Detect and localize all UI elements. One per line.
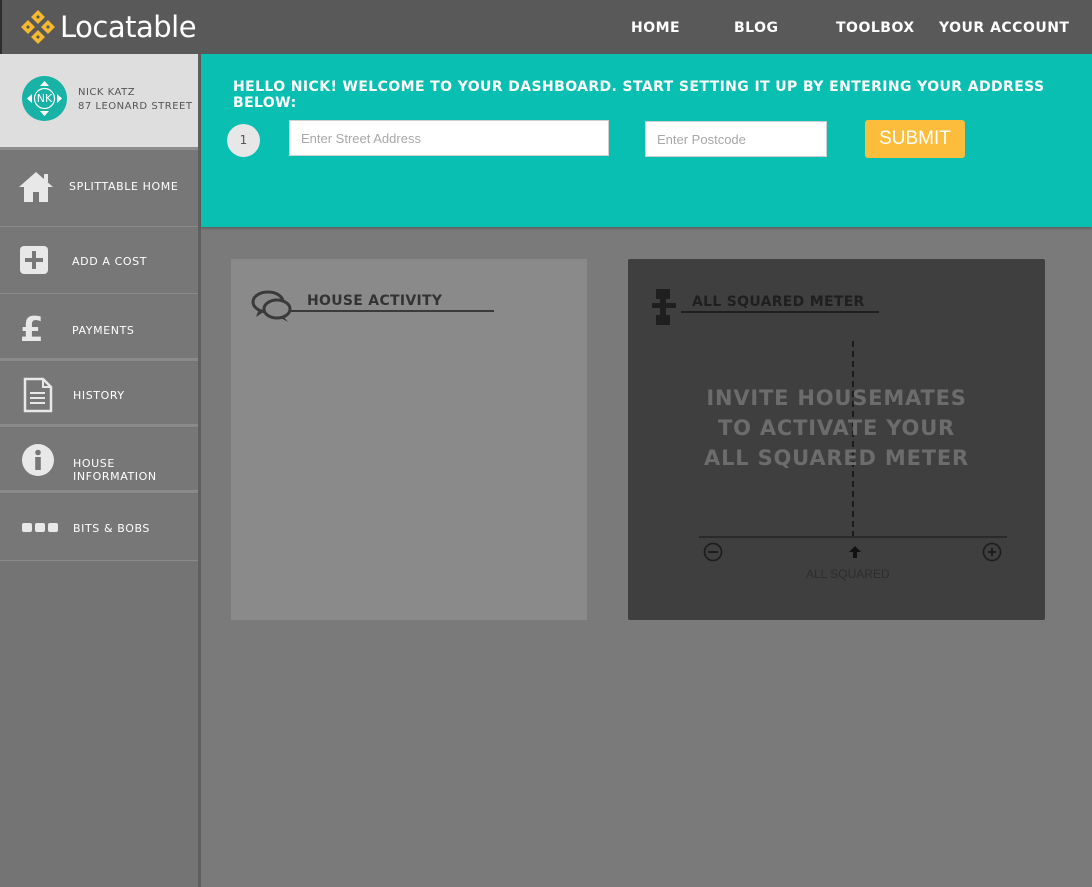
invite-message: INVITE HOUSEMATES TO ACTIVATE YOUR ALL S… bbox=[628, 383, 1045, 473]
setup-banner: HELLO NICK! WELCOME TO YOUR DASHBOARD. S… bbox=[201, 54, 1092, 227]
invite-line: TO ACTIVATE YOUR bbox=[717, 416, 956, 440]
main-nav: HOME BLOG TOOLBOX YOUR ACCOUNT bbox=[0, 20, 1092, 40]
plus-circle-icon[interactable] bbox=[982, 542, 1002, 562]
profile-card[interactable]: NK NICK KATZ 87 LEONARD STREET bbox=[0, 54, 201, 150]
info-icon bbox=[22, 444, 54, 476]
step-number-badge: 1 bbox=[227, 124, 260, 157]
meter-title-underline bbox=[681, 311, 879, 313]
house-activity-panel: HOUSE ACTIVITY bbox=[231, 259, 587, 620]
all-squared-label: ALL SQUARED bbox=[806, 567, 890, 581]
profile-name: NICK KATZ bbox=[78, 87, 136, 98]
nav-home[interactable]: HOME bbox=[631, 20, 680, 36]
street-address-input[interactable] bbox=[289, 120, 609, 156]
arrow-up-icon bbox=[849, 546, 861, 558]
all-squared-meter-panel: ALL SQUARED METER INVITE HOUSEMATES TO A… bbox=[628, 259, 1045, 620]
sidebar-item-label: HISTORY bbox=[73, 389, 125, 402]
avatar-initials: NK bbox=[36, 92, 53, 105]
sidebar-item-payments[interactable]: £ PAYMENTS bbox=[0, 294, 201, 361]
nav-toolbox[interactable]: TOOLBOX bbox=[836, 20, 915, 36]
sidebar: NK NICK KATZ 87 LEONARD STREET SPLITTABL… bbox=[0, 54, 201, 887]
sidebar-item-splittable-home[interactable]: SPLITTABLE HOME bbox=[0, 150, 201, 227]
sidebar-item-label: HOUSE INFORMATION bbox=[73, 457, 157, 483]
plus-square-icon bbox=[20, 246, 48, 274]
minus-circle-icon[interactable] bbox=[703, 542, 723, 562]
document-icon bbox=[23, 377, 53, 413]
sidebar-item-label: ADD A COST bbox=[72, 255, 148, 268]
nav-blog[interactable]: BLOG bbox=[734, 20, 779, 36]
house-activity-title: HOUSE ACTIVITY bbox=[307, 293, 443, 309]
nav-your-account[interactable]: YOUR ACCOUNT bbox=[939, 20, 1069, 36]
sidebar-item-label: BITS & BOBS bbox=[73, 522, 151, 535]
pound-icon: £ bbox=[20, 311, 44, 345]
svg-text:£: £ bbox=[20, 311, 44, 345]
sidebar-item-label: PAYMENTS bbox=[72, 324, 135, 337]
meter-axis bbox=[699, 536, 1007, 538]
invite-line: INVITE HOUSEMATES bbox=[706, 386, 967, 410]
sidebar-item-bits-and-bobs[interactable]: BITS & BOBS bbox=[0, 494, 201, 561]
home-icon bbox=[19, 172, 53, 202]
sidebar-item-add-a-cost[interactable]: ADD A COST bbox=[0, 227, 201, 294]
submit-button[interactable]: SUBMIT bbox=[865, 120, 965, 158]
top-bar: Locatable HOME BLOG TOOLBOX YOUR ACCOUNT bbox=[0, 0, 1092, 54]
house-activity-underline bbox=[291, 310, 494, 312]
meter-title: ALL SQUARED METER bbox=[692, 294, 865, 310]
sidebar-item-label: SPLITTABLE HOME bbox=[69, 180, 179, 193]
sidebar-item-history[interactable]: HISTORY bbox=[0, 362, 201, 427]
avatar[interactable]: NK bbox=[22, 76, 67, 121]
postcode-input[interactable] bbox=[645, 121, 827, 157]
chat-bubbles-icon bbox=[251, 290, 292, 322]
dots-icon bbox=[22, 523, 58, 532]
invite-line: ALL SQUARED METER bbox=[704, 446, 969, 470]
profile-address: 87 LEONARD STREET bbox=[78, 101, 193, 112]
balance-icon bbox=[652, 289, 676, 325]
welcome-message: HELLO NICK! WELCOME TO YOUR DASHBOARD. S… bbox=[233, 79, 1045, 111]
sidebar-item-house-information[interactable]: HOUSE INFORMATION bbox=[0, 428, 201, 493]
